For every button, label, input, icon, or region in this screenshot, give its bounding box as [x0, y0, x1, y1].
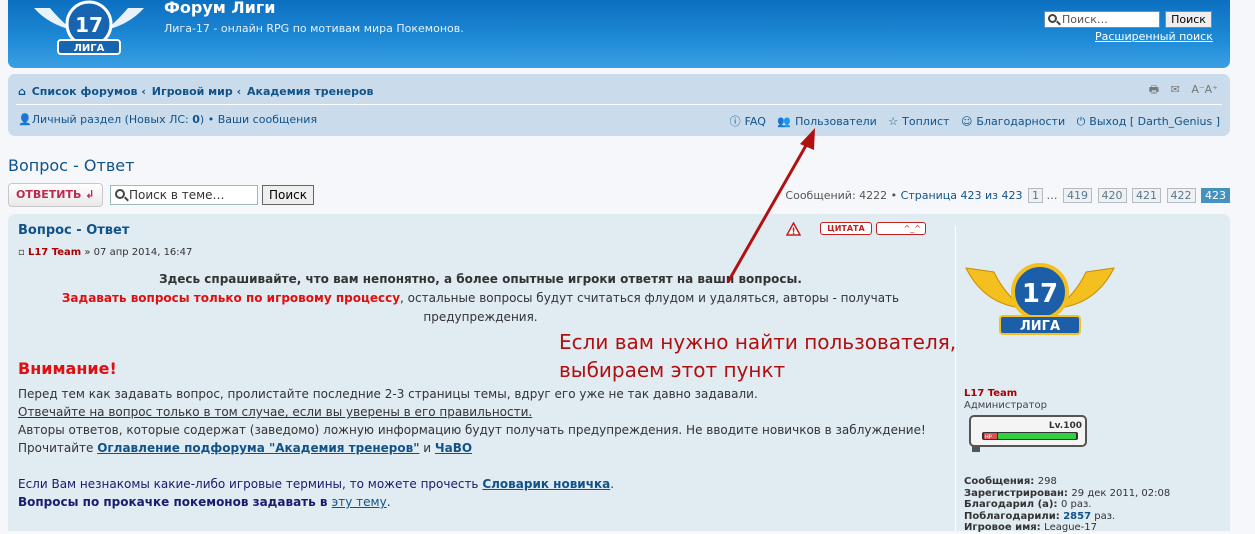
home-icon: ⌂ — [18, 85, 26, 98]
rule-4: Прочитайте Оглавление подфорума "Академи… — [18, 441, 473, 455]
breadcrumb: ⌂ Список форумов ‹ Игровой мир ‹ Академи… — [18, 85, 373, 98]
nav-links: ⓘ FAQ 👥 Пользователи ☆ Топлист ☺ Благодарнос… — [722, 113, 1220, 129]
stat-thanked: Благодарил (а): 0 раз. — [964, 499, 1092, 510]
print-icon[interactable]: 🖶 — [1149, 83, 1159, 96]
breadcrumb-forum-index[interactable]: Список форумов — [32, 85, 138, 98]
rule-red: Задавать вопросы только по игровому проц… — [61, 291, 401, 305]
logo-sub: ЛИГА — [74, 43, 105, 54]
post-title[interactable]: Вопрос - Ответ — [18, 223, 129, 238]
leveling-topic-link[interactable]: эту тему — [332, 495, 387, 509]
avatar-number: 17 — [1022, 279, 1058, 309]
post: Вопрос - Ответ ▫ L17 Team » 07 апр 2014,… — [8, 214, 1230, 534]
breadcrumb-separator: ‹ — [236, 85, 242, 98]
logout-link[interactable]: ⏻ Выход [ Darth_Genius ] — [1073, 115, 1220, 128]
pagination: Сообщений: 4222 • Страница 423 из 423 1 … — [785, 188, 1230, 203]
thanks-icon: ☺ — [960, 115, 973, 128]
page-info[interactable]: Страница 423 из 423 — [901, 189, 1023, 202]
profile-username[interactable]: L17 Team — [964, 388, 1017, 399]
svg-text:!: ! — [791, 227, 795, 236]
page-link-419[interactable]: 419 — [1063, 188, 1092, 203]
faq-post-link[interactable]: ЧаВО — [435, 441, 472, 455]
topic-search-input[interactable]: Поиск в теме… — [110, 185, 258, 205]
stat-posts: Сообщения: 298 — [964, 476, 1057, 487]
advanced-search-link[interactable]: Расширенный поиск — [1095, 30, 1213, 43]
profile-rank: Администратор — [964, 400, 1047, 411]
page-ellipsis: … — [1046, 189, 1058, 202]
breadcrumb-trainers-academy[interactable]: Академия тренеров — [247, 85, 374, 98]
level-badge: Lv.100 HP — [969, 415, 1087, 452]
thanks-link[interactable]: ☺ Благодарности — [957, 115, 1065, 128]
topic-title[interactable]: Вопрос - Ответ — [8, 156, 134, 175]
page-tools: 🖶 ✉ A⁻A⁺ — [1141, 81, 1218, 100]
quote-button[interactable]: ЦИТАТА — [820, 222, 872, 235]
site-title[interactable]: Форум Лиги — [164, 0, 275, 17]
thanks-count[interactable]: 2857 — [1063, 511, 1091, 522]
academy-index-link[interactable]: Оглавление подфорума "Академия тренеров" — [97, 441, 419, 455]
page-link-1[interactable]: 1 — [1028, 188, 1043, 203]
topic-search-button[interactable]: Поиск — [262, 185, 314, 205]
stat-registered: Зарегистрирован: 29 дек 2011, 02:08 — [964, 487, 1171, 499]
level-text: Lv.100 — [1049, 421, 1082, 431]
logo-number: 17 — [75, 13, 103, 37]
hp-label: HP — [985, 435, 992, 441]
thanks-button[interactable]: ^_^ — [876, 222, 926, 235]
avatar[interactable]: 17 ЛИГА — [964, 252, 1116, 348]
intro-line-3: предупреждения. — [423, 310, 538, 324]
reply-button[interactable]: ОТВЕТИТЬ ↲ — [8, 183, 103, 207]
page-current: 423 — [1201, 188, 1230, 203]
header-search-button[interactable]: Поиск — [1165, 11, 1212, 28]
new-pm-count: 0 — [192, 113, 200, 126]
user-icon: 👤 — [18, 113, 32, 126]
page-link-421[interactable]: 421 — [1132, 188, 1161, 203]
league-logo[interactable]: 17 ЛИГА — [28, 0, 150, 66]
profile-stats: Сообщения: 298 Зарегистрирован: 29 дек 2… — [964, 476, 1170, 534]
users-link[interactable]: 👥 Пользователи — [773, 115, 876, 128]
user-links: 👤Личный раздел (Новых ЛС: 0) • Ваши сооб… — [18, 113, 318, 126]
stat-thanked-by: Поблагодарили: 2857 раз. — [964, 510, 1116, 522]
font-size-icon[interactable]: A⁻A⁺ — [1191, 83, 1218, 96]
post-date: » 07 апр 2014, 16:47 — [84, 247, 193, 258]
header-search-input[interactable]: Поиск… — [1044, 11, 1160, 28]
attention-heading: Внимание! — [18, 359, 117, 378]
personal-section-link[interactable]: Личный раздел (Новых ЛС: 0) — [32, 113, 205, 126]
intro-line-2: Задавать вопросы только по игровому проц… — [61, 291, 900, 305]
email-icon[interactable]: ✉ — [1171, 83, 1180, 96]
breadcrumb-separator: ‹ — [141, 85, 146, 98]
page-link-422[interactable]: 422 — [1166, 188, 1196, 203]
nav-divider — [16, 104, 1222, 105]
glossary-link[interactable]: Словарик новичка — [482, 477, 610, 491]
power-icon: ⏻ — [1076, 115, 1086, 128]
glossary-line: Если Вам незнакомы какие-либо игровые те… — [18, 477, 615, 491]
toplist-link[interactable]: ☆ Топлист — [884, 115, 949, 128]
post-profile: 17 ЛИГА L17 Team Администратор Lv.100 HP… — [955, 226, 1215, 534]
post-meta: ▫ L17 Team » 07 апр 2014, 16:47 — [18, 247, 192, 258]
post-icon: ▫ — [18, 247, 25, 258]
search-icon — [115, 189, 125, 199]
faq-link[interactable]: ⓘ FAQ — [726, 115, 766, 128]
rule-1: Перед тем как задавать вопрос, пролистай… — [18, 387, 758, 401]
leveling-line: Вопросы по прокачке покемонов задавать в… — [18, 495, 391, 509]
post-content: Здесь спрашивайте, что вам непонятно, а … — [18, 270, 943, 509]
search-icon — [1048, 14, 1057, 23]
reply-arrow-icon: ↲ — [85, 188, 95, 201]
annotation-text: Если вам нужно найти пользователя, выбир… — [559, 330, 957, 382]
faq-icon: ⓘ — [729, 115, 741, 128]
users-icon: 👥 — [777, 115, 792, 128]
your-posts-link[interactable]: Ваши сообщения — [218, 113, 317, 126]
navbar: ⌂ Список форумов ‹ Игровой мир ‹ Академи… — [8, 74, 1230, 136]
post-author[interactable]: L17 Team — [28, 247, 81, 258]
star-icon: ☆ — [888, 115, 899, 128]
avatar-sub: ЛИГА — [1020, 319, 1060, 334]
report-icon[interactable]: ! — [786, 222, 801, 236]
stat-game-name: Игровое имя: League-17 — [964, 522, 1098, 533]
rule-3: Авторы ответов, которые содержат (заведо… — [18, 423, 926, 437]
rules-block: Перед тем как задавать вопрос, пролистай… — [18, 385, 943, 511]
breadcrumb-game-world[interactable]: Игровой мир — [152, 85, 233, 98]
post-count: Сообщений: 4222 • — [785, 189, 901, 202]
site-description: Лига-17 - онлайн RPG по мотивам мира Пок… — [164, 22, 464, 35]
intro-line: Здесь спрашивайте, что вам непонятно, а … — [159, 272, 802, 286]
page-link-420[interactable]: 420 — [1097, 188, 1127, 203]
rule-2: Отвечайте на вопрос только в том случае,… — [18, 405, 533, 419]
